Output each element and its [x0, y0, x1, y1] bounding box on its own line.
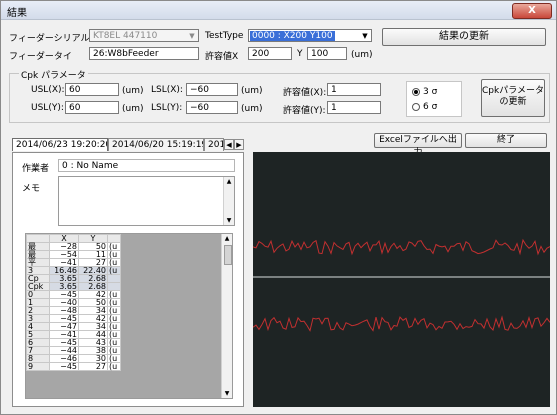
- lsl-y-unit: (um): [241, 104, 263, 114]
- memo-label: メモ: [22, 184, 41, 194]
- result-detail-panel: 作業者 0 : No Name メモ ▲ ▼ X Y 最 −28 50 (u 最 −54 11(…: [12, 152, 244, 407]
- update-results-button[interactable]: 結果の更新: [382, 28, 546, 46]
- tolerance-x-label: 許容値X: [205, 52, 239, 62]
- radio-3-sigma-label: 3 σ: [423, 87, 438, 97]
- update-cpk-button[interactable]: Cpkパラメータ の更新: [481, 79, 545, 117]
- tolerance-x-field[interactable]: 200: [248, 47, 292, 60]
- usl-y-label: USL(Y):: [31, 103, 64, 113]
- feeder-serial-label: フィーダーシリアル: [9, 34, 90, 44]
- memo-textarea[interactable]: ▲ ▼: [58, 176, 235, 226]
- usl-x-field[interactable]: 60: [65, 83, 119, 96]
- chevron-down-icon: ▼: [362, 32, 368, 40]
- tab-2014-06-23[interactable]: 2014/06/23 19:20:20: [12, 138, 108, 151]
- table-cell: −45: [49, 362, 79, 371]
- deviation-trace-chart: [252, 152, 551, 407]
- chevron-down-icon: ▼: [189, 32, 195, 40]
- grid-scrollbar[interactable]: ▲ ▼: [221, 234, 232, 398]
- usl-x-label: USL(X):: [31, 85, 65, 95]
- table-cell: 27: [78, 362, 108, 371]
- update-cpk-line1: Cpkパラメータ: [482, 86, 544, 96]
- operator-field[interactable]: 0 : No Name: [58, 159, 235, 172]
- scroll-down-icon[interactable]: ▼: [222, 389, 232, 398]
- tolerance-unit: (um): [351, 50, 373, 60]
- usl-y-field[interactable]: 60: [65, 101, 119, 114]
- lsl-x-label: LSL(X):: [151, 85, 183, 95]
- tolerance-y-param-label: 許容値(Y):: [283, 106, 326, 116]
- tolerance-y-label: Y: [297, 49, 303, 59]
- radio-6-sigma[interactable]: [412, 103, 420, 111]
- cpk-group-label: Cpk パラメータ: [19, 68, 88, 81]
- tolerance-x-param-label: 許容値(X):: [283, 88, 327, 98]
- close-button[interactable]: X: [512, 3, 552, 19]
- tolerance-y-param-field[interactable]: 1: [327, 101, 381, 114]
- usl-y-unit: (um): [122, 104, 144, 114]
- radio-6-sigma-label: 6 σ: [423, 102, 438, 112]
- testtype-select[interactable]: 0000 : X200 Y100 ▼: [248, 29, 372, 42]
- table-cell: (u: [107, 362, 121, 371]
- scroll-up-icon[interactable]: ▲: [224, 177, 234, 186]
- memo-scrollbar[interactable]: ▲ ▼: [223, 177, 234, 225]
- scroll-thumb[interactable]: [224, 245, 232, 265]
- table-cell: [107, 274, 121, 283]
- export-excel-button[interactable]: Excelファイルへ出力: [374, 133, 462, 158]
- scroll-down-icon[interactable]: ▼: [224, 216, 234, 225]
- feeder-type-field[interactable]: 26:W8bFeeder: [89, 47, 199, 60]
- tab-2014-more[interactable]: 2014: [204, 138, 224, 151]
- table-cell: 9: [26, 362, 50, 371]
- close-end-button[interactable]: 終了: [465, 133, 547, 148]
- radio-3-sigma[interactable]: [412, 88, 420, 96]
- y-deviation-trace: [252, 315, 551, 332]
- update-cpk-line2: の更新: [499, 97, 527, 107]
- operator-label: 作業者: [22, 164, 50, 174]
- lsl-x-field[interactable]: −60: [186, 83, 238, 96]
- tab-scroll-left-icon[interactable]: ◀: [224, 139, 234, 150]
- sigma-radio-group: 3 σ 6 σ: [406, 81, 462, 117]
- lsl-y-label: LSL(Y):: [151, 103, 183, 113]
- tab-2014-06-20[interactable]: 2014/06/20 15:19:19: [108, 138, 204, 151]
- measurement-grid: X Y 最 −28 50 (u 最 −54 11 (u 平 −41 27 (u 3 16.46 22.40 (u C…: [25, 233, 233, 399]
- trace-svg: [252, 238, 551, 332]
- tolerance-y-field[interactable]: 100: [307, 47, 347, 60]
- title-bar[interactable]: 結果 X: [1, 1, 556, 20]
- cpk-parameter-group: Cpk パラメータ: [9, 68, 550, 123]
- measurement-table: X Y 最 −28 50 (u 最 −54 11 (u 平 −41 27 (u 3 16.46 22.40 (u C…: [26, 234, 121, 371]
- table-cell: (u: [107, 266, 121, 275]
- lsl-y-field[interactable]: −60: [186, 101, 238, 114]
- testtype-label: TestType: [205, 31, 244, 41]
- window-title: 結果: [7, 8, 27, 19]
- testtype-value: 0000 : X200 Y100: [250, 31, 335, 41]
- feeder-serial-field[interactable]: KT8EL 447110 ▼: [89, 29, 199, 42]
- tab-scroll-right-icon[interactable]: ▶: [234, 139, 244, 150]
- table-row: 9 −45 27 (u: [26, 362, 121, 371]
- tolerance-x-param-field[interactable]: 1: [327, 83, 381, 96]
- result-window: 結果 X フィーダーシリアル KT8EL 447110 ▼ TestType 0…: [0, 0, 557, 415]
- scroll-up-icon[interactable]: ▲: [222, 234, 232, 243]
- feeder-serial-value: KT8EL 447110: [93, 31, 158, 41]
- lsl-x-unit: (um): [241, 86, 263, 96]
- x-deviation-trace: [252, 238, 551, 256]
- feeder-type-label: フィーダータイ: [9, 52, 72, 62]
- usl-x-unit: (um): [122, 86, 144, 96]
